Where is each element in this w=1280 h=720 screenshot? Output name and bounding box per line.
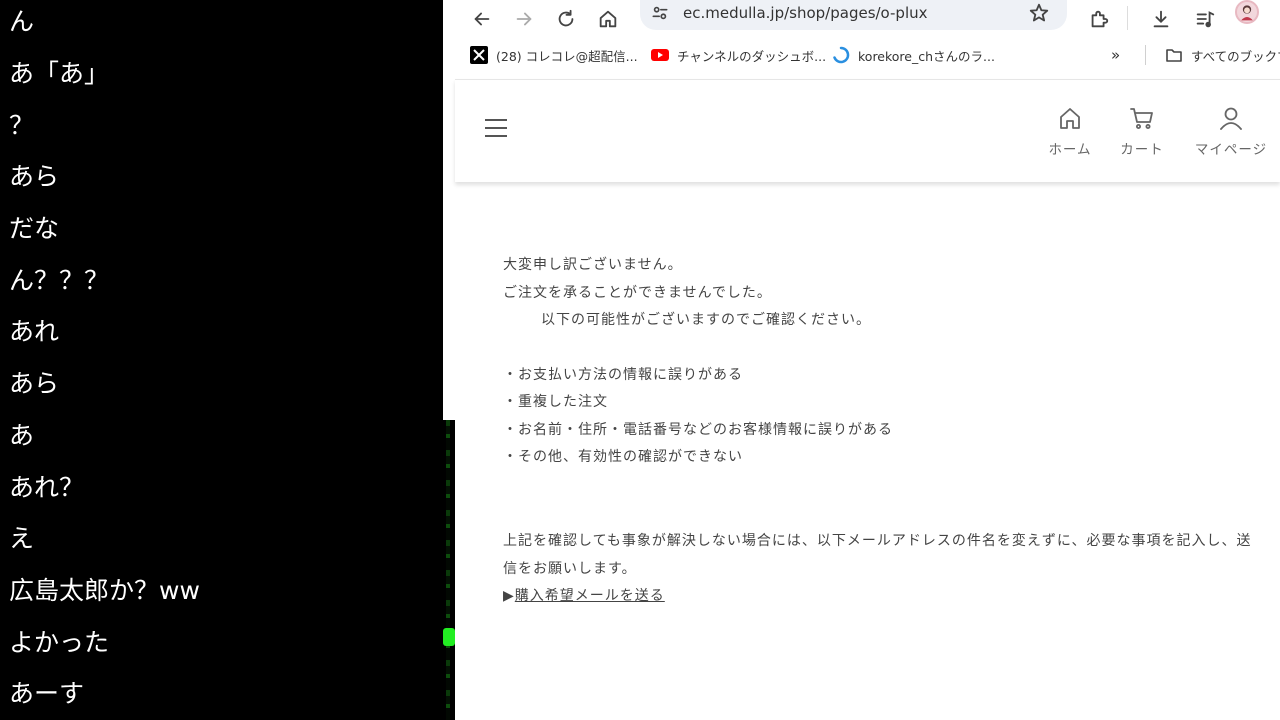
chat-line: ん [9, 7, 35, 36]
bookmarks-bar: (28) コレコレ@超配信... チャンネルのダッシュボ... korekore… [455, 38, 1280, 72]
chat-line: あれ [9, 317, 60, 346]
green-marker [443, 628, 455, 646]
site-settings-icon[interactable] [650, 3, 670, 23]
chat-line: あら [9, 162, 60, 191]
reason-item: ・お支払い方法の情報に誤りがある [503, 366, 743, 383]
chat-line: え [9, 524, 35, 553]
chat-line: よかった [9, 628, 110, 657]
url-text[interactable]: ec.medulla.jp/shop/pages/o-plux [683, 4, 928, 22]
reason-item: ・重複した注文 [503, 394, 608, 410]
home-icon[interactable] [597, 8, 619, 30]
chat-line: 広島太郎か？ww [9, 576, 200, 605]
toolbar-separator [1127, 6, 1128, 30]
folder-icon [1165, 46, 1183, 64]
download-icon[interactable] [1150, 8, 1172, 30]
home-icon [1060, 108, 1080, 129]
browser-window: ec.medulla.jp/shop/pages/o-plux (28) コレコ… [455, 0, 1280, 720]
nav-home-label: ホーム [1048, 142, 1092, 158]
chat-line: ？ [9, 111, 35, 140]
chat-line: あーす [9, 679, 85, 708]
nav-cart[interactable]: カート [1102, 104, 1182, 158]
all-bookmarks-button[interactable]: すべてのブックマ [1165, 46, 1280, 64]
chat-line: あ「あ」 [9, 59, 110, 88]
arrow-icon: ▶ [503, 587, 515, 604]
mail-link-row: ▶購入希望メールを送る [503, 583, 1253, 611]
profile-avatar[interactable] [1235, 0, 1259, 24]
overflow-chevron-icon: » [1111, 46, 1121, 64]
apology-text: 大変申し訳ございません。 [503, 257, 683, 273]
video-edge-strip [446, 420, 450, 720]
bookmark-label: (28) コレコレ@超配信... [496, 48, 638, 64]
reason-item: ・お名前・住所・電話番号などのお客様情報に誤りがある [503, 421, 893, 438]
loading-icon [832, 46, 850, 64]
star-icon[interactable] [1028, 2, 1050, 24]
bookmark-item[interactable]: korekore_chさんのラ... [832, 46, 995, 64]
extensions-icon[interactable] [1088, 8, 1110, 30]
check-prompt-text: 以下の可能性がございますのでご確認ください。 [541, 312, 871, 328]
error-message-section: 大変申し訳ございません。 ご注文を承ることができませんでした。 以下の可能性がご… [503, 252, 1253, 610]
x-logo-icon [470, 46, 488, 64]
bookmark-item[interactable]: チャンネルのダッシュボ... [651, 46, 826, 64]
user-icon [1220, 107, 1242, 130]
divider-light-area [443, 0, 455, 420]
chat-line: だな [9, 214, 60, 243]
site-header: ホーム カート マイページ [455, 79, 1280, 182]
order-failed-text: ご注文を承ることができませんでした。 [503, 284, 772, 301]
browser-toolbar: ec.medulla.jp/shop/pages/o-plux [455, 0, 1280, 38]
bookmarks-separator [1145, 45, 1146, 65]
window-divider [443, 0, 455, 720]
nav-mypage[interactable]: マイページ [1186, 104, 1276, 158]
chat-line: あら [9, 369, 60, 398]
address-bar[interactable]: ec.medulla.jp/shop/pages/o-plux [640, 0, 1067, 30]
cart-icon [1130, 108, 1153, 129]
all-bookmarks-label: すべてのブックマ [1191, 48, 1280, 64]
bookmark-label: korekore_chさんのラ... [858, 48, 995, 64]
nav-home[interactable]: ホーム [1030, 104, 1110, 158]
hamburger-menu-icon[interactable] [485, 119, 509, 141]
purchase-request-mail-link[interactable]: 購入希望メールを送る [515, 588, 665, 604]
chat-line: あ [9, 421, 35, 450]
media-icon[interactable] [1194, 8, 1216, 30]
reload-icon[interactable] [555, 8, 577, 30]
forward-icon[interactable] [513, 8, 535, 30]
youtube-icon [651, 46, 669, 64]
bookmark-item[interactable]: (28) コレコレ@超配信... [470, 46, 638, 64]
nav-mypage-label: マイページ [1194, 142, 1268, 158]
nav-cart-label: カート [1120, 142, 1164, 158]
bookmark-label: チャンネルのダッシュボ... [677, 48, 827, 64]
chat-overlay: ん あ「あ」 ？ あら だな ん？？？ あれ あら あ あれ？ え 広島太郎か？… [0, 0, 443, 720]
reason-item: ・その他、有効性の確認ができない [503, 449, 743, 465]
bookmarks-overflow-button[interactable]: » [1111, 46, 1120, 64]
back-icon[interactable] [471, 8, 493, 30]
instruction-text: 上記を確認しても事象が解決しない場合には、以下メールアドレスの件名を変えずに、必… [503, 532, 1252, 577]
chat-line: ん？？？ [9, 266, 110, 295]
chat-line: あれ？ [9, 473, 85, 502]
